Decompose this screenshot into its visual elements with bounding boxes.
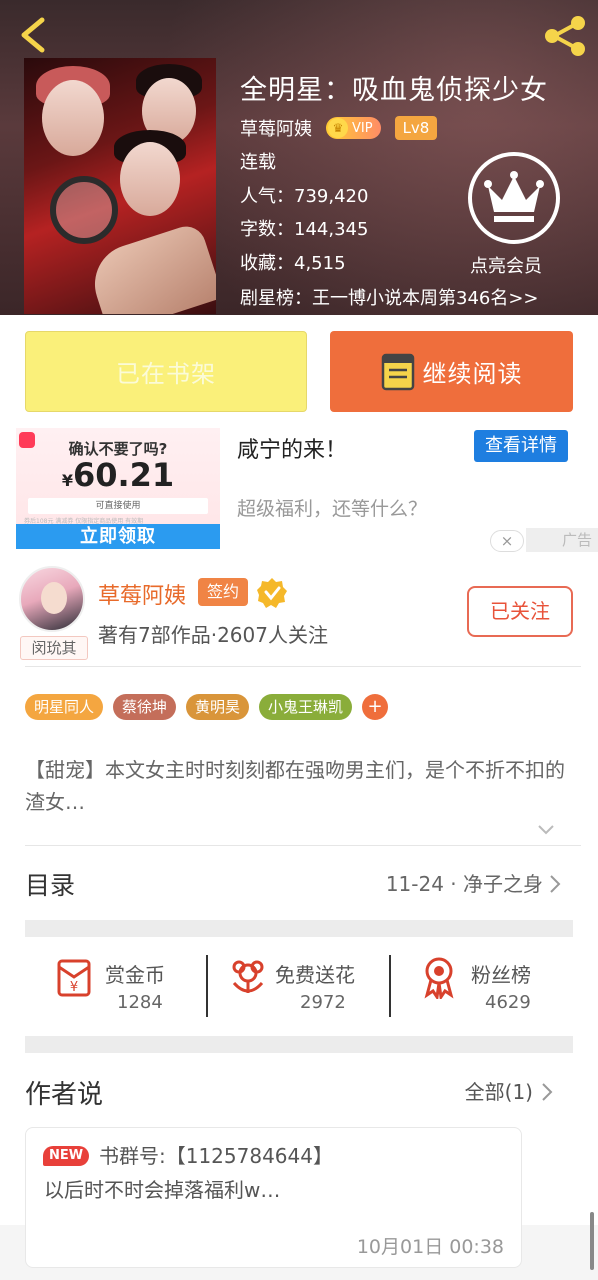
book-synopsis[interactable]: 【甜宠】本文女主时时刻刻都在强吻男主们，是个不折不扣的渣女…	[25, 754, 565, 818]
author-name[interactable]: 草莓阿姨	[240, 115, 312, 141]
reward-coin-button[interactable]: ¥ 赏金币 1284	[25, 937, 205, 1037]
vip-badge: ♛ VIP	[326, 117, 381, 139]
gift-label: 粉丝榜	[471, 963, 531, 987]
continue-reading-label: 继续阅读	[422, 360, 523, 388]
vip-label: VIP	[352, 120, 373, 136]
gift-count: 2972	[300, 992, 346, 1013]
gift-row: ¥ 赏金币 1284 免费送花 2972 粉丝榜 4629	[25, 937, 573, 1037]
favorites-text: 收藏：4,515	[240, 253, 346, 274]
tag-item[interactable]: 小鬼王琳凯	[259, 694, 353, 720]
fan-ranking-button[interactable]: 粉丝榜 4629	[393, 937, 573, 1037]
gift-count: 4629	[485, 992, 531, 1013]
tag-item[interactable]: 明星同人	[25, 694, 104, 720]
level-badge: Lv8	[394, 116, 438, 140]
ranking-link[interactable]: 剧星榜：王一博小说本周第346名>>	[240, 284, 539, 310]
section-separator	[25, 1036, 573, 1053]
note-timestamp: 10月01日 00:38	[356, 1236, 504, 1258]
book-title: 全明星：吸血鬼侦探少女	[240, 75, 548, 106]
gift-count: 1284	[117, 992, 163, 1013]
author-says-title: 作者说	[25, 1080, 104, 1110]
chevron-right-icon	[549, 874, 561, 894]
tag-item[interactable]: 黄明昊	[186, 694, 250, 720]
author-note-card[interactable]: NEW 书群号:【1125784644】 以后时不时会掉落福利w… 10月01日…	[25, 1127, 522, 1268]
book-icon	[381, 353, 414, 390]
follow-button[interactable]: 已关注	[467, 586, 573, 637]
section-separator	[25, 920, 573, 937]
action-bar: 已在书架 继续阅读	[0, 315, 598, 428]
ad-use-text: 可直接使用	[28, 498, 208, 514]
popularity-text: 人气：739,420	[240, 186, 369, 207]
new-badge: NEW	[43, 1146, 89, 1166]
author-card-name[interactable]: 草莓阿姨	[98, 578, 186, 610]
ad-close-icon[interactable]: ×	[490, 530, 524, 552]
ad-label: 广告	[526, 528, 598, 552]
status-text: 连载	[240, 152, 276, 173]
continue-reading-button[interactable]: 继续阅读	[330, 331, 573, 412]
divider	[389, 955, 391, 1017]
ad-title: 咸宁的来！	[237, 438, 348, 463]
book-header: 全明星：吸血鬼侦探少女 草莓阿姨 ♛ VIP Lv8 连载 人气：739,420…	[0, 0, 598, 315]
toc-title: 目录	[25, 871, 76, 900]
ad-claim-button[interactable]: 立即领取	[16, 524, 220, 549]
author-says-all-link[interactable]: 全部(1)	[465, 1076, 533, 1105]
word-count-text: 字数：144,345	[240, 219, 369, 240]
gift-label: 赏金币	[105, 963, 165, 987]
ad-image[interactable]: 确认不要了吗? ¥60.21 可直接使用 券后108元 满减券 仅限指定商品使用…	[16, 428, 220, 549]
member-label[interactable]: 点亮会员	[470, 252, 542, 278]
ad-subtitle: 超级福利，还等什么？	[237, 498, 428, 520]
author-says-header: 作者说 全部(1)	[25, 1070, 573, 1130]
note-text: 书群号:【1125784644】	[99, 1144, 333, 1168]
book-cover-image[interactable]	[24, 58, 216, 314]
back-arrow-icon[interactable]	[14, 14, 54, 56]
scrollbar[interactable]	[590, 1212, 594, 1270]
share-icon[interactable]	[542, 14, 588, 58]
coin-envelope-icon: ¥	[53, 955, 97, 999]
medal-icon	[417, 955, 461, 1002]
tag-list: 明星同人 蔡徐坤 黄明昊 小鬼王琳凯 +	[25, 694, 389, 720]
ad-detail-button[interactable]: 查看详情	[474, 430, 568, 462]
chevron-down-icon[interactable]	[537, 821, 555, 835]
ad-price: ¥60.21	[16, 456, 220, 494]
svg-text:¥: ¥	[70, 980, 78, 995]
crown-icon: ♛	[328, 118, 348, 138]
author-stats: 著有7部作品·2607人关注	[98, 623, 328, 647]
ad-banner[interactable]: 确认不要了吗? ¥60.21 可直接使用 券后108元 满减券 仅限指定商品使用…	[0, 428, 598, 555]
verified-icon	[256, 577, 288, 609]
member-crown-button[interactable]	[468, 152, 560, 244]
add-tag-button[interactable]: +	[362, 694, 389, 720]
free-flower-button[interactable]: 免费送花 2972	[210, 937, 390, 1037]
avatar-tag: 闵玧其	[20, 636, 88, 660]
gift-label: 免费送花	[275, 963, 355, 987]
crown-icon	[484, 171, 544, 222]
tag-item[interactable]: 蔡徐坤	[113, 694, 177, 720]
note-text: 以后时不时会掉落福利w…	[44, 1178, 281, 1202]
ad-currency: ¥	[61, 471, 73, 490]
avatar[interactable]	[19, 566, 85, 632]
ad-fine-print: 券后108元 满减券 仅限指定商品使用 有效期	[24, 518, 144, 524]
table-of-contents-row[interactable]: 目录 11-24 · 净子之身	[25, 846, 573, 920]
divider	[25, 666, 581, 667]
author-card: 闵玧其 草莓阿姨 签约 著有7部作品·2607人关注 已关注 明星同人 蔡徐坤 …	[0, 555, 598, 1225]
divider	[206, 955, 208, 1017]
toc-latest-chapter: 11-24 · 净子之身	[385, 872, 543, 896]
author-row: 草莓阿姨 ♛ VIP Lv8	[240, 114, 438, 142]
flower-icon	[226, 955, 270, 999]
chevron-right-icon[interactable]	[541, 1082, 553, 1102]
ad-price-value: 60.21	[72, 456, 175, 494]
signed-badge: 签约	[198, 578, 248, 606]
in-shelf-button[interactable]: 已在书架	[25, 331, 307, 412]
